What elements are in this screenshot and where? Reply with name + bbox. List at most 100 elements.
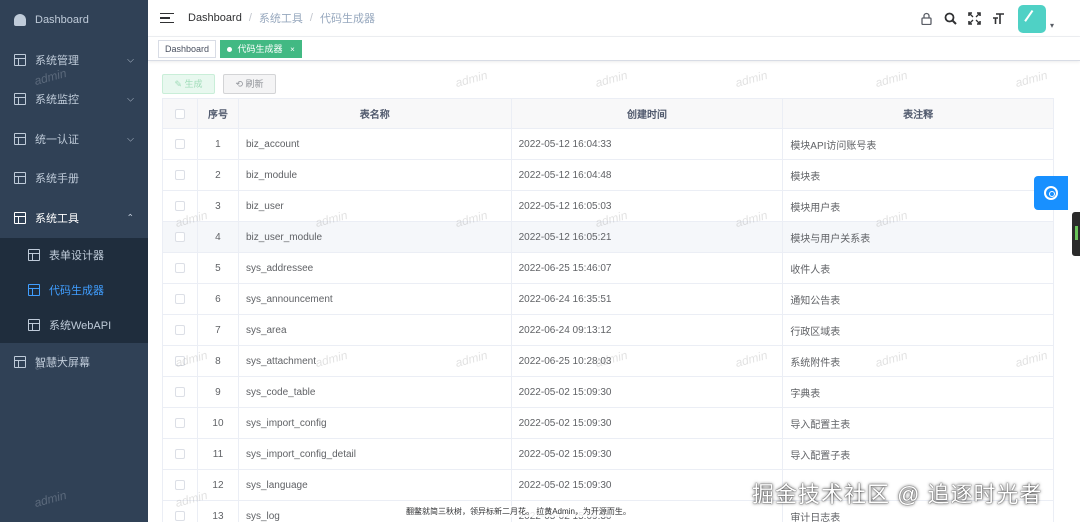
cell-create-time: 2022-05-02 15:09:30 [512,439,784,469]
checkbox-cell [163,346,198,376]
table-row[interactable]: 5 sys_addressee 2022-06-25 15:46:07 收件人表 [163,253,1054,284]
table-row[interactable]: 10 sys_import_config 2022-05-02 15:09:30 导入… [163,408,1054,439]
cell-index: 4 [198,222,239,252]
hamburger-icon[interactable] [160,12,174,24]
cell-create-time: 2022-06-25 15:46:07 [512,253,784,283]
cell-table-comment: 模块用户表 [783,191,1054,221]
tag-dashboard[interactable]: Dashboard [158,39,217,58]
checkbox-cell [163,315,198,345]
cell-table-comment: 系统附件表 [783,346,1054,376]
row-checkbox[interactable] [174,201,185,211]
cell-index: 8 [198,346,239,376]
chevron-up-icon: ⌃ [126,212,134,223]
side-handle[interactable] [1072,212,1080,256]
sidebar-item-form-designer[interactable]: 表单设计器 [0,238,148,273]
sidebar-item-system-monitor[interactable]: 系统监控 ⌵ [0,80,148,120]
cell-index: 7 [198,315,239,345]
table-row[interactable]: 9 sys_code_table 2022-05-02 15:09:30 字典表 [163,377,1054,408]
cell-create-time: 2022-06-25 10:28:03 [512,346,784,376]
table-row[interactable]: 7 sys_area 2022-06-24 09:13:12 行政区域表 [163,315,1054,346]
sidebar-item-system-manual[interactable]: 系统手册 [0,159,148,199]
cell-table-name: sys_addressee [239,253,512,283]
checkbox-cell [163,284,198,314]
row-checkbox[interactable] [174,139,185,149]
table-icon [14,211,26,224]
row-checkbox[interactable] [174,480,185,490]
watermark: admin [593,68,629,90]
watermark: admin [873,68,909,90]
breadcrumb-item[interactable]: Dashboard [188,12,242,24]
select-all-checkbox[interactable] [174,108,185,119]
sidebar-item-label: 系统工具 [35,212,79,225]
sidebar-item-dashboard[interactable]: Dashboard [0,0,148,40]
table-row[interactable]: 8 sys_attachment 2022-06-25 10:28:03 系统附件表 [163,346,1054,377]
row-checkbox[interactable] [174,263,185,273]
checkbox-cell [163,501,198,522]
cell-table-name: sys_announcement [239,284,512,314]
row-checkbox[interactable] [174,356,185,366]
checkbox-cell [163,191,198,221]
footer-slogan: 翻鳖就简三秋树，领异标新二月花。 拉黄Admin，为开源而生。 [406,506,631,517]
row-checkbox[interactable] [174,449,185,459]
search-icon[interactable] [944,12,957,25]
table-icon [14,356,26,369]
cell-index: 12 [198,470,239,500]
cell-table-comment: 模块表 [783,160,1054,190]
close-icon[interactable]: × [290,45,295,54]
checkbox-cell [163,129,198,159]
sidebar-item-system-webapi[interactable]: 系统WebAPI [0,308,148,343]
table-row[interactable]: 1 biz_account 2022-05-12 16:04:33 模块API访问账号… [163,129,1054,160]
row-checkbox[interactable] [174,170,185,180]
refresh-label: 刷新 [245,79,264,89]
sidebar-item-unified-auth[interactable]: 统一认证 ⌵ [0,119,148,159]
cell-table-comment: 模块API访问账号表 [783,129,1054,159]
checkbox-cell [163,160,198,190]
row-checkbox[interactable] [174,325,185,335]
table-row[interactable]: 2 biz_module 2022-05-12 16:04:48 模块表 [163,160,1054,191]
tag-label: Dashboard [165,43,210,54]
settings-button[interactable] [1034,176,1068,210]
tag-label: 代码生成器 [237,43,283,54]
table-row[interactable]: 6 sys_announcement 2022-06-24 16:35:51 通知公告… [163,284,1054,315]
row-checkbox[interactable] [174,294,185,304]
tag-code-generator[interactable]: 代码生成器 × [220,39,302,58]
sidebar-item-smart-screen[interactable]: 智慧大屏幕 [0,343,148,383]
navbar: Dashboard / 系统工具 / 代码生成器 ▾ [148,0,1080,37]
sidebar-item-system-tools[interactable]: 系统工具 ⌃ [0,198,148,238]
sidebar-item-label: 统一认证 [35,133,79,146]
table-icon [28,319,40,331]
cell-create-time: 2022-05-02 15:09:30 [512,470,784,500]
sidebar-item-label: 表单设计器 [49,250,104,262]
checkbox-cell [163,470,198,500]
sidebar-item-code-generator[interactable]: 代码生成器 [0,273,148,308]
table-icon [14,132,26,145]
lock-icon[interactable] [920,12,933,26]
table-row[interactable]: 3 biz_user 2022-05-12 16:05:03 模块用户表 [163,191,1054,222]
refresh-button[interactable]: ⟲ 刷新 [223,74,276,94]
sidebar-item-label: 系统WebAPI [49,320,112,332]
sidebar-item-system-management[interactable]: 系统管理 ⌵ [0,40,148,80]
caret-down-icon[interactable]: ▾ [1050,21,1054,30]
breadcrumb-item: 系统工具 [258,13,303,25]
checkbox-cell [163,222,198,252]
table-row[interactable]: 11 sys_import_config_detail 2022-05-02 15:… [163,439,1054,470]
fullscreen-icon[interactable] [968,12,981,25]
row-checkbox[interactable] [174,511,185,521]
breadcrumb-separator: / [248,12,252,24]
cell-index: 11 [198,439,239,469]
font-size-icon[interactable] [992,12,1005,25]
cell-table-name: biz_user_module [239,222,512,252]
dashboard-icon [14,14,26,26]
row-checkbox[interactable] [174,387,185,397]
row-checkbox[interactable] [174,232,185,242]
tags-view: Dashboard 代码生成器 × [148,37,1080,61]
table-row[interactable]: 4 biz_user_module 2022-05-12 16:05:21 模块与用户… [163,222,1054,253]
avatar[interactable] [1017,4,1046,33]
checkbox-cell [163,377,198,407]
sidebar-submenu: 表单设计器 代码生成器 系统WebAPI [0,237,148,343]
table-list: 序号 表名称 创建时间 表注释 1 biz_account 2022-05-12 1… [162,98,1054,522]
cell-create-time: 2022-06-24 09:13:12 [512,315,784,345]
sidebar-item-label: 代码生成器 [49,285,104,297]
row-checkbox[interactable] [174,418,185,428]
generate-button[interactable]: ✎ 生成 [162,74,215,94]
